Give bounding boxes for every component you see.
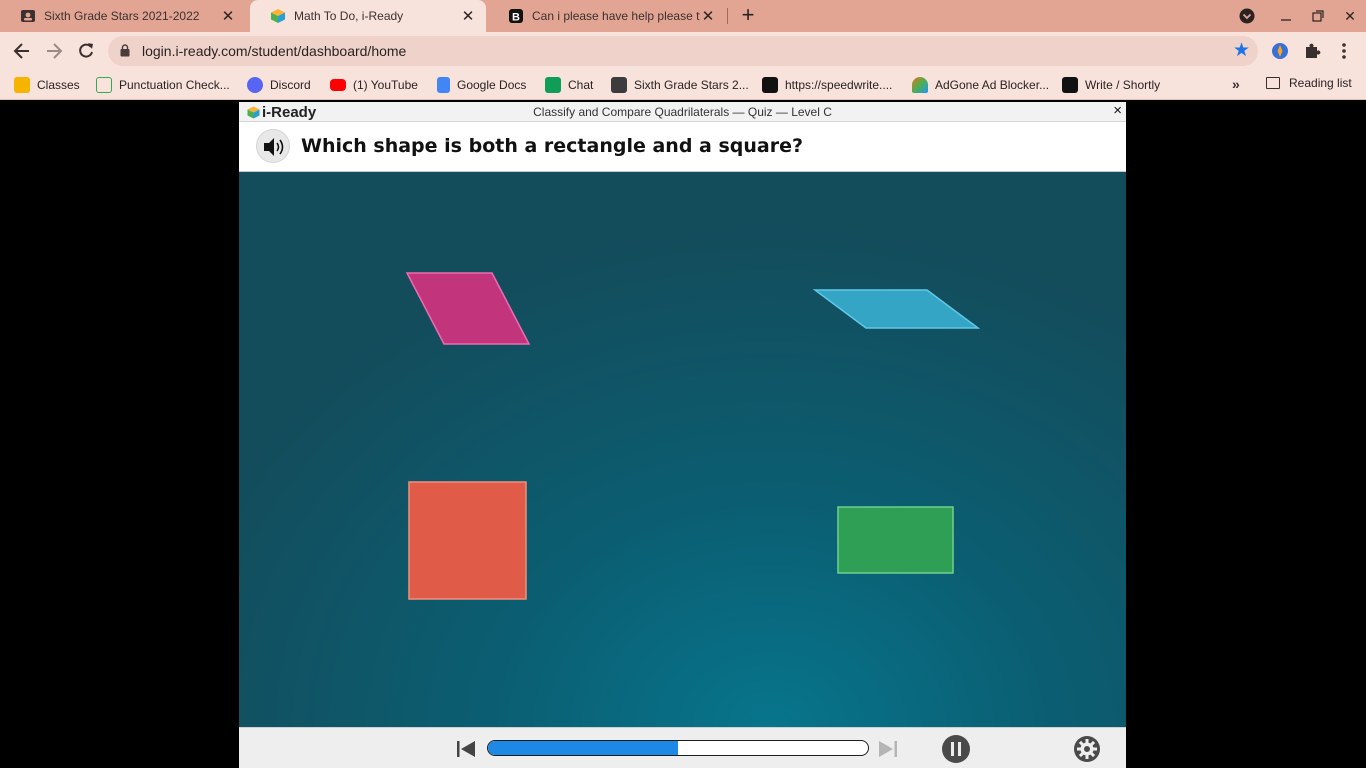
reload-icon[interactable] (74, 39, 98, 63)
answer-stage (239, 172, 1126, 727)
forward-icon[interactable] (42, 39, 66, 63)
extension-compass-icon[interactable] (1270, 41, 1290, 61)
tab-strip: Sixth Grade Stars 2021-2022 ✕ Math To Do… (0, 0, 1366, 32)
bookmark-label: https://speedwrite.... (785, 78, 893, 92)
answer-blue-parallelogram[interactable] (813, 289, 981, 331)
tab-close-icon[interactable]: ✕ (700, 7, 716, 25)
tab-close-icon[interactable]: ✕ (220, 7, 236, 25)
tab-search-icon[interactable] (1237, 6, 1257, 26)
tab-title: Math To Do, i-Ready (294, 9, 404, 23)
lesson-header: i-Ready Classify and Compare Quadrilater… (239, 102, 1126, 122)
bookmark-speedwrite[interactable]: https://speedwrite.... (762, 76, 892, 94)
bookmark-sixth-grade-stars[interactable]: Sixth Grade Stars 2... (611, 76, 749, 94)
minimize-icon[interactable] (1276, 6, 1296, 26)
bookmark-label: Punctuation Check... (119, 78, 230, 92)
back-icon[interactable] (10, 39, 34, 63)
google-chat-icon (545, 77, 561, 93)
lesson-title: Classify and Compare Quadrilaterals — Qu… (533, 105, 832, 119)
restore-icon[interactable] (1308, 6, 1328, 26)
previous-icon[interactable] (456, 739, 476, 759)
bookmark-write-shortly[interactable]: Write / Shortly (1062, 76, 1160, 94)
bookmark-label: AdGone Ad Blocker... (935, 78, 1050, 92)
classroom-icon (611, 77, 627, 93)
new-tab-button[interactable]: + (737, 4, 759, 26)
bookmark-label: Chat (568, 78, 594, 92)
tab-separator (727, 8, 728, 24)
bookmark-punctuation-checker[interactable]: Punctuation Check... (96, 76, 230, 94)
bookmark-label: Google Docs (457, 78, 527, 92)
bookmark-discord[interactable]: Discord (247, 76, 311, 94)
bookmark-label: Write / Shortly (1085, 78, 1161, 92)
lesson-close-button[interactable]: × (1113, 102, 1122, 119)
classroom-icon (14, 77, 30, 93)
reading-list-icon (1266, 77, 1280, 89)
progress-fill (488, 741, 678, 755)
brainly-icon: B (508, 8, 524, 24)
google-docs-icon (437, 77, 450, 93)
classroom-icon (20, 8, 36, 24)
bookmark-label: Sixth Grade Stars 2... (634, 78, 749, 92)
pause-button[interactable] (941, 734, 971, 764)
settings-gear-icon[interactable] (1073, 735, 1101, 763)
shortly-pen-icon (1062, 77, 1078, 93)
question-bar: Which shape is both a rectangle and a sq… (239, 122, 1126, 172)
speaker-icon (264, 138, 284, 156)
iready-cube-icon (270, 8, 286, 24)
lock-icon (120, 44, 130, 57)
question-text: Which shape is both a rectangle and a sq… (301, 135, 804, 157)
bookmarks-overflow-icon[interactable]: » (1232, 76, 1240, 92)
reading-list-button[interactable]: Reading list (1266, 76, 1352, 90)
svg-text:B: B (512, 12, 520, 24)
tab-sixth-grade-stars[interactable]: Sixth Grade Stars 2021-2022 ✕ (0, 0, 246, 32)
tab-title: Sixth Grade Stars 2021-2022 (44, 9, 200, 23)
bookmark-chat[interactable]: Chat (545, 76, 593, 94)
answer-pink-parallelogram[interactable] (405, 272, 531, 348)
browser-toolbar: login.i-ready.com/student/dashboard/home… (0, 32, 1366, 70)
bookmark-star-icon[interactable]: ★ (1233, 39, 1250, 62)
reading-list-label: Reading list (1289, 76, 1352, 90)
speedwrite-icon (762, 77, 778, 93)
close-window-icon[interactable]: ✕ (1340, 6, 1360, 26)
audio-button[interactable] (256, 129, 290, 163)
bookmark-label: Discord (270, 78, 311, 92)
adgone-icon (912, 77, 928, 93)
lesson-progress-bar (487, 740, 869, 756)
bookmark-label: (1) YouTube (353, 78, 418, 92)
tab-iready[interactable]: Math To Do, i-Ready ✕ (250, 0, 486, 32)
bookmark-adgone[interactable]: AdGone Ad Blocker... (912, 76, 1049, 94)
discord-icon (247, 77, 263, 93)
bookmark-google-docs[interactable]: Google Docs (437, 76, 526, 94)
magnifier-check-icon (96, 77, 112, 93)
youtube-icon (330, 79, 346, 91)
next-icon (879, 741, 897, 757)
answer-green-rectangle[interactable] (837, 506, 955, 576)
lesson-controls (239, 727, 1126, 768)
tab-close-icon[interactable]: ✕ (460, 7, 476, 25)
lesson-frame: i-Ready Classify and Compare Quadrilater… (239, 102, 1126, 768)
bookmarks-bar: Classes Punctuation Check... Discord (1)… (0, 70, 1366, 100)
tab-title: Can i please have help please ty (532, 9, 700, 23)
tab-brainly[interactable]: B Can i please have help please ty ✕ (488, 0, 726, 32)
url-text: login.i-ready.com/student/dashboard/home (142, 43, 407, 59)
answer-orange-square[interactable] (408, 481, 528, 601)
menu-kebab-icon[interactable] (1334, 41, 1354, 61)
bookmark-classes[interactable]: Classes (14, 76, 80, 94)
bookmark-label: Classes (37, 78, 80, 92)
address-bar[interactable]: login.i-ready.com/student/dashboard/home… (108, 36, 1258, 66)
extensions-puzzle-icon[interactable] (1302, 41, 1322, 61)
bookmark-youtube[interactable]: (1) YouTube (330, 76, 418, 94)
